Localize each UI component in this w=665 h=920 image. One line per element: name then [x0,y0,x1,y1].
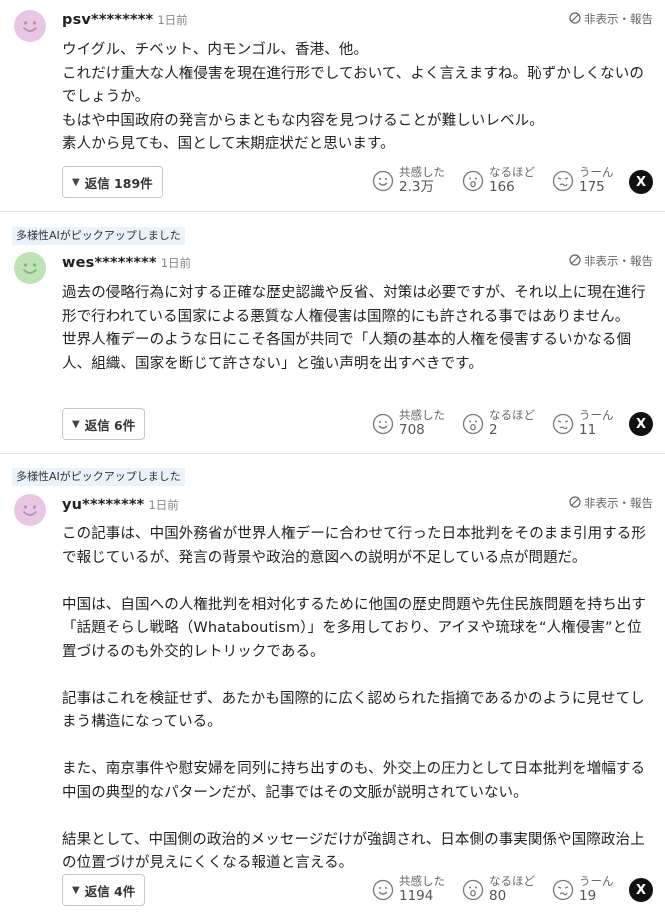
empathy-label: 共感した [399,165,445,179]
avatar-face-icon [14,494,46,526]
agree-button[interactable]: なるほど 166 [462,166,535,195]
report-label: 非表示・報告 [584,254,653,268]
report-label: 非表示・報告 [584,12,653,26]
x-logo-icon: X [635,416,647,432]
share-x-button[interactable]: X [629,878,653,902]
empathy-label: 共感した [399,408,445,422]
username[interactable]: yu******** 1日前 [62,497,179,513]
comment-time: 1日前 [157,13,188,27]
avatar[interactable] [14,494,46,526]
x-logo-icon: X [635,174,647,190]
hmm-label: うーん [579,408,614,422]
username[interactable]: wes******** 1日前 [62,255,191,271]
empathy-button[interactable]: 共感した 1194 [372,875,445,904]
comment-time: 1日前 [148,498,179,512]
smile-icon [372,170,394,191]
surprised-icon [462,879,484,900]
reply-button[interactable]: ▼ 返信 6件 [62,408,146,440]
agree-label: なるほど [489,165,535,179]
report-button[interactable]: 非表示・報告 [569,495,653,511]
reply-label: 返信 189件 [84,175,153,191]
hmm-count: 11 [579,422,597,438]
hide-icon [569,11,581,27]
empathy-button[interactable]: 共感した 708 [372,409,445,438]
share-x-button[interactable]: X [629,412,653,436]
reply-button[interactable]: ▼ 返信 189件 [62,166,163,198]
agree-count: 80 [489,888,507,904]
comment-text: 過去の侵略行為に対する正確な歴史認識や反省、対策は必要ですが、それ以上に現在進行… [62,285,646,372]
comment-text: ウイグル、チベット、内モンゴル、香港、他。 これだけ重大な人権侵害を現在進行形で… [62,42,644,152]
hmm-count: 19 [579,888,597,904]
avatar[interactable] [14,252,46,284]
caret-down-icon: ▼ [72,418,80,430]
hmm-button[interactable]: うーん 175 [552,166,614,195]
smile-icon [372,879,394,900]
ai-pick-badge: 多様性AIがピックアップしました [12,227,185,245]
avatar-face-icon [14,10,46,42]
share-x-button[interactable]: X [629,170,653,194]
caret-down-icon: ▼ [72,884,80,896]
ai-pick-badge: 多様性AIがピックアップしました [12,468,185,486]
comment-text: この記事は、中国外務省が世界人権デーに合わせて行った日本批判をそのまま引用する形… [62,526,646,871]
x-logo-icon: X [635,882,647,898]
agree-label: なるほど [489,408,535,422]
empathy-count: 2.3万 [399,179,434,195]
hide-icon [569,495,581,511]
divider [0,211,665,212]
reply-label: 返信 4件 [84,883,136,899]
report-button[interactable]: 非表示・報告 [569,253,653,269]
puzzled-icon [552,879,574,900]
surprised-icon [462,413,484,434]
hmm-count: 175 [579,179,605,195]
puzzled-icon [552,170,574,191]
hmm-label: うーん [579,165,614,179]
puzzled-icon [552,413,574,434]
divider [0,453,665,454]
reply-label: 返信 6件 [84,417,136,433]
empathy-button[interactable]: 共感した 2.3万 [372,166,445,195]
hmm-label: うーん [579,874,614,888]
agree-button[interactable]: なるほど 2 [462,409,535,438]
username[interactable]: psv******** 1日前 [62,12,188,28]
avatar[interactable] [14,10,46,42]
surprised-icon [462,170,484,191]
hmm-button[interactable]: うーん 19 [552,875,614,904]
empathy-count: 1194 [399,888,434,904]
reply-button[interactable]: ▼ 返信 4件 [62,874,146,906]
empathy-count: 708 [399,422,425,438]
username-text: wes******** [62,255,157,271]
smile-icon [372,413,394,434]
report-label: 非表示・報告 [584,496,653,510]
empathy-label: 共感した [399,874,445,888]
agree-label: なるほど [489,874,535,888]
username-text: psv******** [62,12,154,28]
agree-count: 2 [489,422,498,438]
caret-down-icon: ▼ [72,176,80,188]
report-button[interactable]: 非表示・報告 [569,11,653,27]
agree-button[interactable]: なるほど 80 [462,875,535,904]
hide-icon [569,253,581,269]
agree-count: 166 [489,179,515,195]
comment-time: 1日前 [160,256,192,270]
username-text: yu******** [62,497,145,513]
hmm-button[interactable]: うーん 11 [552,409,614,438]
avatar-face-icon [14,252,46,284]
